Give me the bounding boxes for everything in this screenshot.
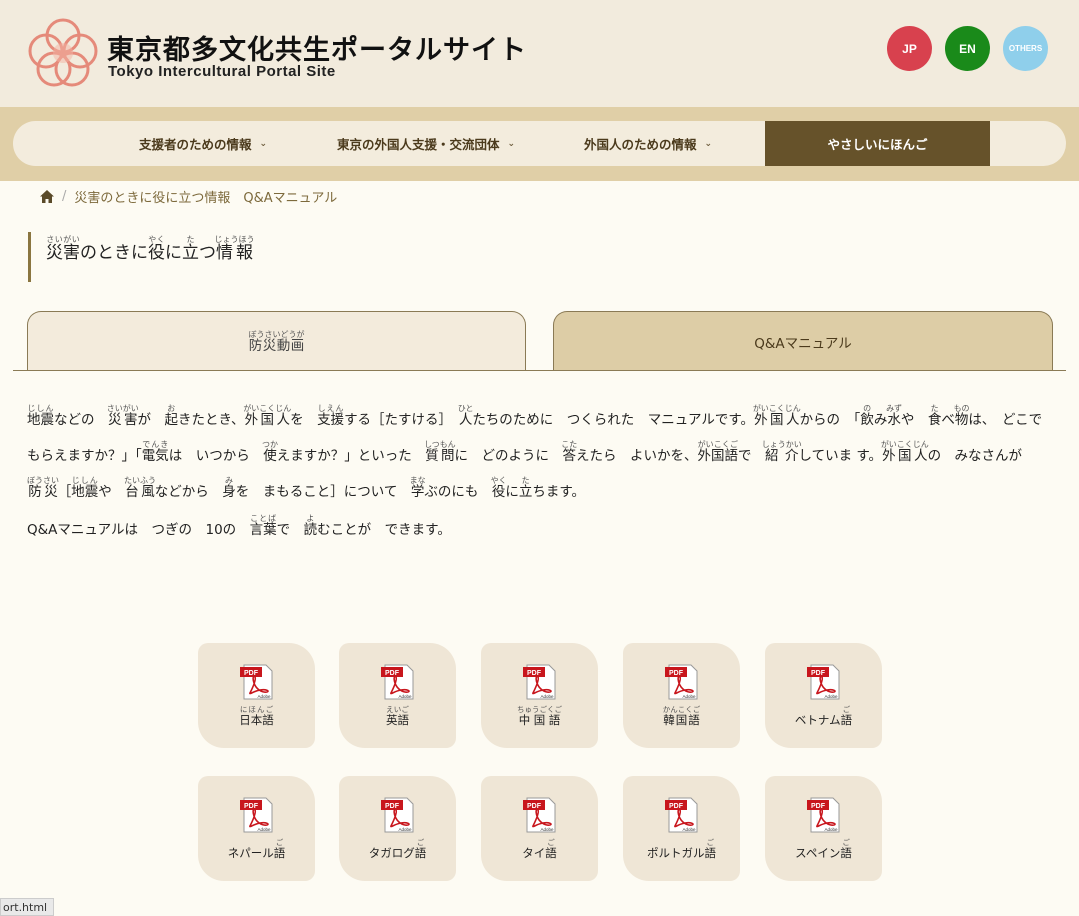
pdf-download-card[interactable]: PDF Adobe ベトナム語ご (765, 643, 882, 748)
nav-item-label: 支援者のための情報 (138, 137, 252, 152)
tab-divider (13, 370, 1066, 371)
svg-text:PDF: PDF (244, 670, 259, 677)
svg-text:Adobe: Adobe (540, 827, 554, 832)
pdf-card-label: 日本語にほんご (239, 705, 274, 727)
svg-text:Adobe: Adobe (682, 694, 696, 699)
svg-text:Adobe: Adobe (540, 694, 554, 699)
description-text: 地震じしんなどの 災害さいがいが 起おきたとき、外国人がいこくじんを 支援しえん… (27, 404, 1056, 500)
pdf-download-card[interactable]: PDF Adobe タイ語ご (481, 776, 598, 881)
pdf-card-label: ベトナム語ご (794, 705, 853, 727)
pdf-download-card[interactable]: PDF Adobe 韓国語かんこくご (623, 643, 740, 748)
breadcrumb-current: 災害のときに役に立つ情報 Q&Aマニュアル (74, 190, 338, 206)
site-header: 東京都多文化共生ポータルサイト Tokyo Intercultural Port… (0, 0, 1079, 107)
svg-text:PDF: PDF (811, 670, 826, 677)
pdf-icon: PDF Adobe (806, 797, 839, 833)
main-nav: 支援者のための情報 ⌄ 東京の外国人支援・交流団体 ⌄ 外国人のための情報 ⌄ … (0, 107, 1079, 181)
home-icon[interactable] (40, 189, 54, 203)
svg-text:Adobe: Adobe (398, 827, 412, 832)
description-text-languages: Q&Aマニュアルは つぎの 10の 言葉ことばで 読よむことが できます。 (27, 514, 451, 538)
pdf-download-card[interactable]: PDF Adobe スペイン語ご (765, 776, 882, 881)
language-others-button[interactable]: OTHERS (1003, 26, 1048, 71)
pdf-card-label: タガログ語ご (368, 838, 427, 860)
svg-text:Adobe: Adobe (257, 827, 271, 832)
pdf-icon: PDF Adobe (806, 664, 839, 700)
language-en-button[interactable]: EN (945, 26, 990, 71)
page-title: 災害さいがいのときに役やくに立たつ情報じょうほう (46, 235, 255, 263)
site-title-jp[interactable]: 東京都多文化共生ポータルサイト (107, 28, 527, 67)
pdf-icon: PDF Adobe (522, 797, 555, 833)
pdf-download-card[interactable]: PDF Adobe 英語えいご (339, 643, 456, 748)
nav-bar: 支援者のための情報 ⌄ 東京の外国人支援・交流団体 ⌄ 外国人のための情報 ⌄ … (13, 121, 1066, 166)
nav-item-foreigners[interactable]: 外国人のための情報 ⌄ (573, 121, 723, 166)
pdf-icon: PDF Adobe (239, 797, 272, 833)
nav-item-label: 外国人のための情報 (583, 137, 697, 152)
logo-icon[interactable] (26, 16, 100, 90)
pdf-download-card[interactable]: PDF Adobe 日本語にほんご (198, 643, 315, 748)
svg-text:PDF: PDF (669, 803, 684, 810)
svg-text:Adobe: Adobe (824, 694, 838, 699)
pdf-card-label: 英語えいご (386, 705, 409, 727)
pdf-icon: PDF Adobe (522, 664, 555, 700)
svg-text:PDF: PDF (527, 670, 542, 677)
svg-text:PDF: PDF (244, 803, 259, 810)
pdf-icon: PDF Adobe (380, 664, 413, 700)
tab-qa-manual[interactable]: Q&Aマニュアル (553, 311, 1053, 371)
nav-item-supporters[interactable]: 支援者のための情報 ⌄ (123, 121, 283, 166)
breadcrumb: / 災害のときに役に立つ情報 Q&Aマニュアル (40, 186, 337, 206)
status-bar-url: ort.html (0, 898, 55, 916)
nav-item-organizations[interactable]: 東京の外国人支援・交流団体 ⌄ (321, 121, 531, 166)
svg-text:Adobe: Adobe (398, 694, 412, 699)
pdf-icon: PDF Adobe (380, 797, 413, 833)
svg-text:PDF: PDF (527, 803, 542, 810)
chevron-down-icon: ⌄ (507, 138, 516, 149)
chevron-down-icon: ⌄ (704, 138, 713, 149)
nav-item-easy-japanese[interactable]: やさしいにほんご (765, 121, 990, 166)
title-accent-bar (28, 232, 31, 282)
svg-text:Adobe: Adobe (682, 827, 696, 832)
svg-text:PDF: PDF (811, 803, 826, 810)
pdf-card-label: タイ語ご (522, 838, 557, 860)
pdf-download-card[interactable]: PDF Adobe ネパール語ご (198, 776, 315, 881)
svg-text:Adobe: Adobe (824, 827, 838, 832)
pdf-card-label: 韓国語かんこくご (662, 705, 701, 727)
svg-text:PDF: PDF (669, 670, 684, 677)
pdf-download-card[interactable]: PDF Adobe タガログ語ご (339, 776, 456, 881)
pdf-card-label: ネパール語ご (227, 838, 286, 860)
svg-text:PDF: PDF (385, 670, 400, 677)
pdf-icon: PDF Adobe (664, 664, 697, 700)
language-jp-button[interactable]: JP (887, 26, 932, 71)
site-title-en[interactable]: Tokyo Intercultural Portal Site (108, 63, 336, 80)
chevron-down-icon: ⌄ (259, 138, 268, 149)
pdf-card-label: ポルトガル語ご (647, 838, 716, 860)
svg-text:Adobe: Adobe (257, 694, 271, 699)
pdf-download-card[interactable]: PDF Adobe 中国語ちゅうごくご (481, 643, 598, 748)
svg-text:PDF: PDF (385, 803, 400, 810)
pdf-icon: PDF Adobe (239, 664, 272, 700)
pdf-card-label: スペイン語ご (795, 838, 852, 860)
pdf-icon: PDF Adobe (664, 797, 697, 833)
breadcrumb-separator: / (62, 188, 67, 204)
tab-disaster-videos[interactable]: 防災動画ぼうさいどうが (27, 311, 526, 371)
pdf-card-label: 中国語ちゅうごくご (517, 705, 562, 727)
nav-item-label: 東京の外国人支援・交流団体 (336, 137, 500, 152)
pdf-download-card[interactable]: PDF Adobe ポルトガル語ご (623, 776, 740, 881)
